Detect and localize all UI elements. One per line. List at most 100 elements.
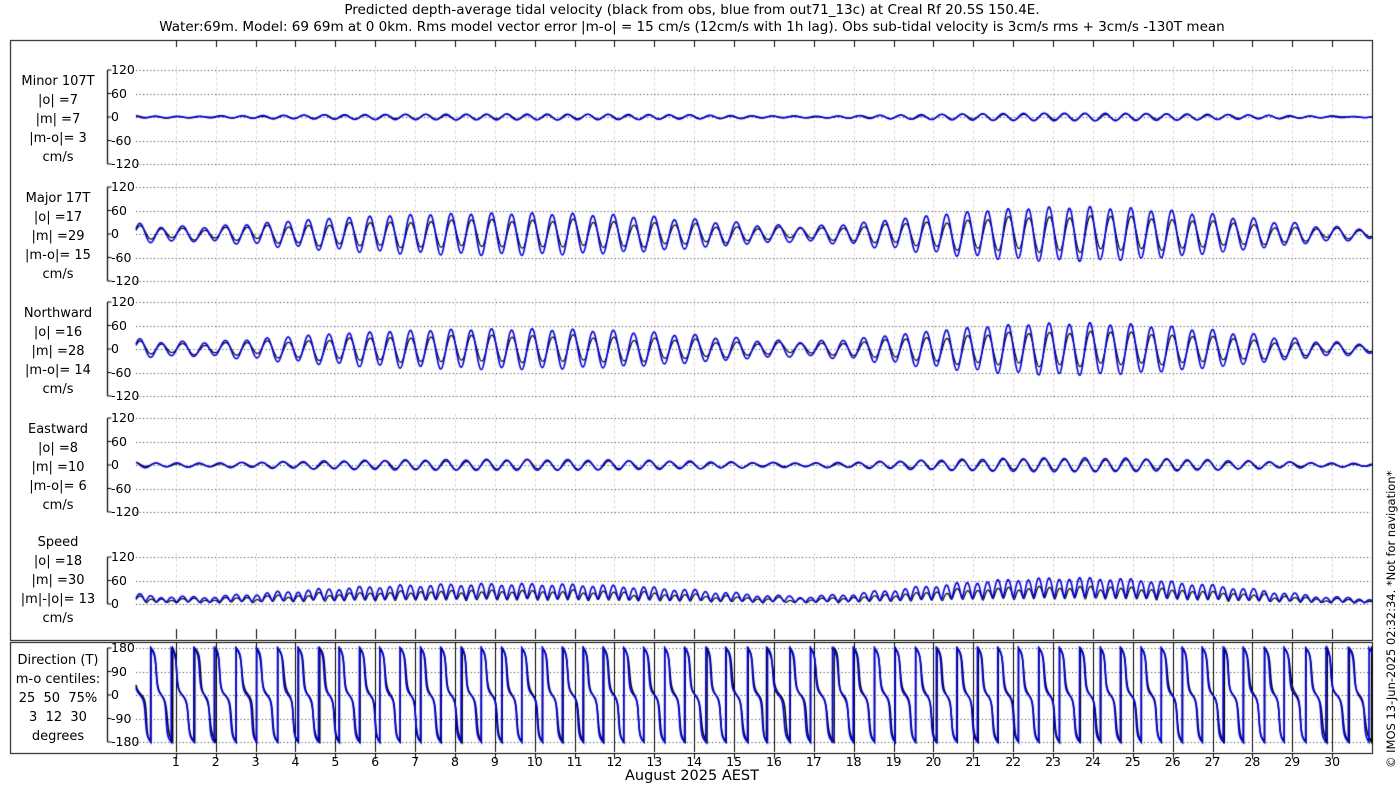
watermark-text: © IMOS 13-Jun-2025 02:32:34. *Not for na… bbox=[1384, 470, 1398, 768]
y-tick-label-eastward--120: -120 bbox=[111, 504, 140, 519]
x-tick-label-19: 19 bbox=[885, 754, 902, 769]
x-tick-label-11: 11 bbox=[566, 754, 583, 769]
y-tick-label-northward-0: 0 bbox=[111, 341, 119, 356]
panel-eastward-label-block: Eastward |o| =8 |m| =10 |m-o|= 6 cm/s bbox=[8, 420, 108, 515]
y-tick-label-eastward-60: 60 bbox=[111, 433, 127, 449]
panel-minor-label-line-1: |o| =7 bbox=[37, 92, 78, 108]
y-tick-label-major--120: -120 bbox=[111, 273, 140, 288]
y-tick-label-eastward--60: -60 bbox=[111, 480, 132, 496]
panel-northward-label-line-1: |o| =16 bbox=[33, 324, 83, 340]
panel-speed-label-line-4: cm/s bbox=[42, 610, 74, 626]
x-tick-label-29: 29 bbox=[1284, 754, 1301, 769]
x-tick-label-26: 26 bbox=[1164, 754, 1181, 769]
panel-speed-label-line-3: |m|-|o|= 13 bbox=[20, 591, 96, 607]
y-tick-label-direction-180: 180 bbox=[111, 640, 135, 655]
panel-major-label-block: Major 17T |o| =17 |m| =29 |m-o|= 15 cm/s bbox=[8, 189, 108, 284]
x-tick-label-14: 14 bbox=[686, 754, 703, 769]
panel-speed-label-line-1: |o| =18 bbox=[33, 553, 83, 569]
panel-eastward-label-line-2: |m| =10 bbox=[31, 459, 85, 475]
x-tick-label-24: 24 bbox=[1084, 754, 1101, 769]
panel-major-label-line-4: cm/s bbox=[42, 266, 74, 282]
panel-direction-label-line-4: degrees bbox=[31, 728, 85, 744]
x-tick-label-6: 6 bbox=[371, 754, 380, 769]
x-tick-label-25: 25 bbox=[1124, 754, 1141, 769]
panel-northward-label-line-3: |m-o|= 14 bbox=[25, 362, 91, 378]
x-tick-label-10: 10 bbox=[526, 754, 543, 769]
x-axis-label: August 2025 AEST bbox=[624, 768, 759, 784]
y-tick-label-eastward-120: 120 bbox=[111, 410, 135, 425]
tidal-velocity-figure: Predicted depth-average tidal velocity (… bbox=[0, 0, 1400, 800]
y-tick-label-major-120: 120 bbox=[111, 179, 135, 194]
x-tick-label-3: 3 bbox=[251, 754, 260, 769]
panel-minor-label-line-0: Minor 107T bbox=[21, 73, 95, 89]
panel-direction-label-line-3: 3 12 30 bbox=[29, 709, 87, 725]
panel-major-label-line-2: |m| =29 bbox=[31, 228, 85, 244]
x-tick-label-21: 21 bbox=[965, 754, 982, 769]
panel-eastward-label-line-0: Eastward bbox=[27, 421, 89, 437]
panel-direction-label-line-1: m-o centiles: bbox=[15, 671, 101, 687]
y-tick-label-minor-0: 0 bbox=[111, 109, 119, 124]
figure-title-line2: Water:69m. Model: 69 69m at 0 0km. Rms m… bbox=[159, 19, 1225, 35]
panel-minor-label-line-4: cm/s bbox=[42, 149, 74, 165]
y-tick-label-major-0: 0 bbox=[111, 226, 119, 241]
panel-northward-label-block: Northward |o| =16 |m| =28 |m-o|= 14 cm/s bbox=[8, 304, 108, 399]
x-tick-label-8: 8 bbox=[450, 754, 459, 769]
panel-direction-label-line-0: Direction (T) bbox=[17, 652, 99, 668]
panel-major-label-line-3: |m-o|= 15 bbox=[25, 247, 91, 263]
y-tick-label-direction-0: 0 bbox=[111, 687, 119, 702]
x-tick-label-5: 5 bbox=[331, 754, 340, 769]
panel-direction-label-block: Direction (T) m-o centiles: 25 50 75% 3 12 … bbox=[8, 651, 108, 746]
x-tick-label-16: 16 bbox=[765, 754, 782, 769]
panel-major-label-line-1: |o| =17 bbox=[33, 209, 83, 225]
y-tick-label-eastward-0: 0 bbox=[111, 457, 119, 472]
x-tick-label-28: 28 bbox=[1244, 754, 1261, 769]
panel-northward-label-line-4: cm/s bbox=[42, 381, 74, 397]
y-tick-label-direction--180: -180 bbox=[111, 734, 140, 749]
x-tick-label-17: 17 bbox=[805, 754, 822, 769]
x-tick-label-23: 23 bbox=[1045, 754, 1061, 769]
panel-speed-label-line-0: Speed bbox=[37, 534, 79, 550]
y-tick-label-minor--60: -60 bbox=[111, 132, 132, 148]
x-tick-label-27: 27 bbox=[1204, 754, 1221, 769]
y-tick-label-speed-120: 120 bbox=[111, 549, 135, 564]
panel-minor-label-block: Minor 107T |o| =7 |m| =7 |m-o|= 3 cm/s bbox=[8, 72, 108, 167]
y-tick-label-northward--120: -120 bbox=[111, 388, 140, 403]
y-tick-label-speed-60: 60 bbox=[111, 572, 127, 588]
panel-speed-label-line-2: |m| =30 bbox=[31, 572, 85, 588]
x-tick-label-2: 2 bbox=[211, 754, 220, 769]
figure-title-line1: Predicted depth-average tidal velocity (… bbox=[344, 2, 1040, 18]
x-tick-label-30: 30 bbox=[1324, 754, 1341, 769]
y-tick-label-minor--120: -120 bbox=[111, 156, 140, 171]
x-tick-label-15: 15 bbox=[726, 754, 743, 769]
x-tick-label-7: 7 bbox=[411, 754, 420, 769]
panel-speed-label-block: Speed |o| =18 |m| =30 |m|-|o|= 13 cm/s bbox=[8, 533, 108, 628]
panel-major-label-line-0: Major 17T bbox=[25, 190, 91, 206]
y-tick-label-speed-0: 0 bbox=[111, 596, 119, 611]
plot-canvas bbox=[0, 0, 1400, 800]
panel-northward-label-line-0: Northward bbox=[23, 305, 93, 321]
x-tick-label-9: 9 bbox=[490, 754, 499, 769]
x-tick-label-20: 20 bbox=[925, 754, 942, 769]
x-tick-label-12: 12 bbox=[606, 754, 623, 769]
x-tick-label-13: 13 bbox=[646, 754, 663, 769]
panel-eastward-label-line-3: |m-o|= 6 bbox=[29, 478, 87, 494]
panel-eastward-label-line-1: |o| =8 bbox=[37, 440, 78, 456]
y-tick-label-northward--60: -60 bbox=[111, 364, 132, 380]
panel-northward-label-line-2: |m| =28 bbox=[31, 343, 85, 359]
x-tick-label-22: 22 bbox=[1005, 754, 1022, 769]
panel-eastward-label-line-4: cm/s bbox=[42, 497, 74, 513]
panel-direction-label-line-2: 25 50 75% bbox=[18, 690, 98, 706]
y-tick-label-minor-120: 120 bbox=[111, 62, 135, 77]
y-tick-label-minor-60: 60 bbox=[111, 85, 127, 101]
y-tick-label-direction-90: 90 bbox=[111, 663, 127, 679]
y-tick-label-direction--90: -90 bbox=[111, 710, 132, 726]
x-tick-label-18: 18 bbox=[845, 754, 862, 769]
x-tick-label-1: 1 bbox=[171, 754, 180, 769]
x-tick-label-4: 4 bbox=[291, 754, 300, 769]
y-tick-label-northward-120: 120 bbox=[111, 294, 135, 309]
panel-minor-label-line-3: |m-o|= 3 bbox=[29, 130, 87, 146]
y-tick-label-northward-60: 60 bbox=[111, 317, 127, 333]
y-tick-label-major--60: -60 bbox=[111, 249, 132, 265]
y-tick-label-major-60: 60 bbox=[111, 202, 127, 218]
panel-minor-label-line-2: |m| =7 bbox=[35, 111, 81, 127]
